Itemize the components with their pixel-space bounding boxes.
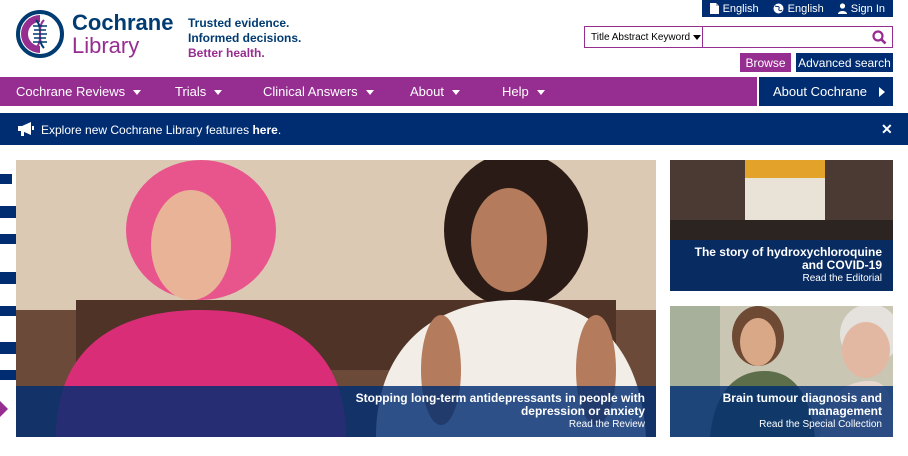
search-box: Title Abstract Keyword bbox=[584, 26, 893, 48]
announcement-text: Explore new Cochrane Library features he… bbox=[41, 123, 281, 137]
sign-in-link[interactable]: Sign In bbox=[837, 2, 885, 15]
side-card-title-line-2: management bbox=[807, 404, 882, 418]
search-submit-button[interactable] bbox=[866, 27, 892, 47]
hero-subtitle: Read the Review bbox=[568, 419, 645, 430]
close-icon[interactable]: ✕ bbox=[881, 121, 893, 138]
carousel-prev-arrow-icon[interactable] bbox=[0, 401, 8, 417]
caret-down-icon bbox=[214, 89, 223, 95]
user-icon bbox=[837, 3, 847, 14]
nav-item-trials[interactable]: Trials bbox=[175, 84, 223, 99]
nav-item-clinical-answers[interactable]: Clinical Answers bbox=[263, 84, 374, 99]
language-selector-1[interactable]: English bbox=[709, 2, 759, 15]
announcement-end: . bbox=[277, 123, 282, 137]
brand-line-1: Cochrane bbox=[72, 10, 174, 35]
main-nav: Cochrane Reviews Trials Clinical Answers… bbox=[0, 77, 757, 106]
advanced-search-button[interactable]: Advanced search bbox=[796, 53, 893, 72]
caret-down-icon bbox=[133, 89, 142, 95]
brand-line-2: Library bbox=[72, 33, 140, 58]
nav-item-about[interactable]: About bbox=[410, 84, 460, 99]
side-card-collection[interactable]: Brain tumour diagnosis and management Re… bbox=[670, 306, 893, 437]
search-scope-select[interactable]: Title Abstract Keyword bbox=[585, 27, 703, 47]
hero-caption: Stopping long-term antidepressants in pe… bbox=[16, 386, 656, 437]
nav-label: Help bbox=[502, 84, 529, 99]
hero-title-line-2: depression or anxiety bbox=[520, 404, 645, 418]
side-card-editorial[interactable]: The story of hydroxychloroquine and COVI… bbox=[670, 160, 893, 291]
nav-label: Clinical Answers bbox=[263, 84, 358, 99]
globe-icon bbox=[773, 3, 784, 14]
browse-button[interactable]: Browse bbox=[740, 53, 791, 72]
megaphone-icon bbox=[18, 122, 34, 136]
about-cochrane-link[interactable]: About Cochrane bbox=[759, 77, 893, 106]
language-label-2: English bbox=[787, 2, 824, 15]
decorative-stripe bbox=[0, 174, 12, 184]
announcement-bar: Explore new Cochrane Library features he… bbox=[0, 113, 908, 145]
document-icon bbox=[709, 3, 719, 14]
search-icon bbox=[871, 29, 886, 44]
announcement-link[interactable]: here bbox=[252, 123, 277, 137]
language-label-1: English bbox=[722, 2, 759, 15]
page: English English Sign In Cochrane Library… bbox=[0, 0, 908, 456]
side-card-caption: Brain tumour diagnosis and management Re… bbox=[670, 386, 893, 437]
search-input[interactable] bbox=[703, 27, 866, 47]
about-cochrane-label: About Cochrane bbox=[773, 84, 867, 99]
brand-wordmark[interactable]: Cochrane Library bbox=[72, 11, 173, 57]
nav-item-help[interactable]: Help bbox=[502, 84, 545, 99]
caret-down-icon bbox=[536, 89, 545, 95]
caret-right-icon bbox=[878, 86, 885, 97]
tagline-line-1: Trusted evidence. bbox=[188, 16, 290, 30]
caret-down-icon bbox=[365, 89, 374, 95]
side-card-subtitle: Read the Special Collection bbox=[759, 419, 882, 430]
hero-feature-card[interactable]: Stopping long-term antidepressants in pe… bbox=[16, 160, 656, 437]
caret-down-icon bbox=[451, 89, 460, 95]
cochrane-logo-icon[interactable] bbox=[16, 10, 64, 58]
caret-down-icon bbox=[693, 34, 702, 40]
tagline-line-2: Informed decisions. bbox=[188, 31, 302, 45]
side-card-caption: The story of hydroxychloroquine and COVI… bbox=[670, 240, 893, 291]
search-scope-label: Title Abstract Keyword bbox=[591, 31, 691, 43]
nav-label: About bbox=[410, 84, 444, 99]
side-card-subtitle: Read the Editorial bbox=[802, 273, 883, 284]
side-card-title-line-2: and COVID-19 bbox=[801, 258, 882, 272]
tagline: Trusted evidence. Informed decisions. Be… bbox=[188, 16, 301, 61]
nav-item-cochrane-reviews[interactable]: Cochrane Reviews bbox=[16, 84, 142, 99]
utility-bar: English English Sign In bbox=[701, 0, 893, 17]
sign-in-label: Sign In bbox=[850, 2, 885, 15]
language-selector-2[interactable]: English bbox=[773, 3, 824, 15]
announcement-message: Explore new Cochrane Library features bbox=[41, 123, 253, 137]
nav-label: Trials bbox=[175, 84, 207, 99]
nav-label: Cochrane Reviews bbox=[16, 84, 126, 99]
tagline-line-3: Better health. bbox=[188, 46, 265, 60]
